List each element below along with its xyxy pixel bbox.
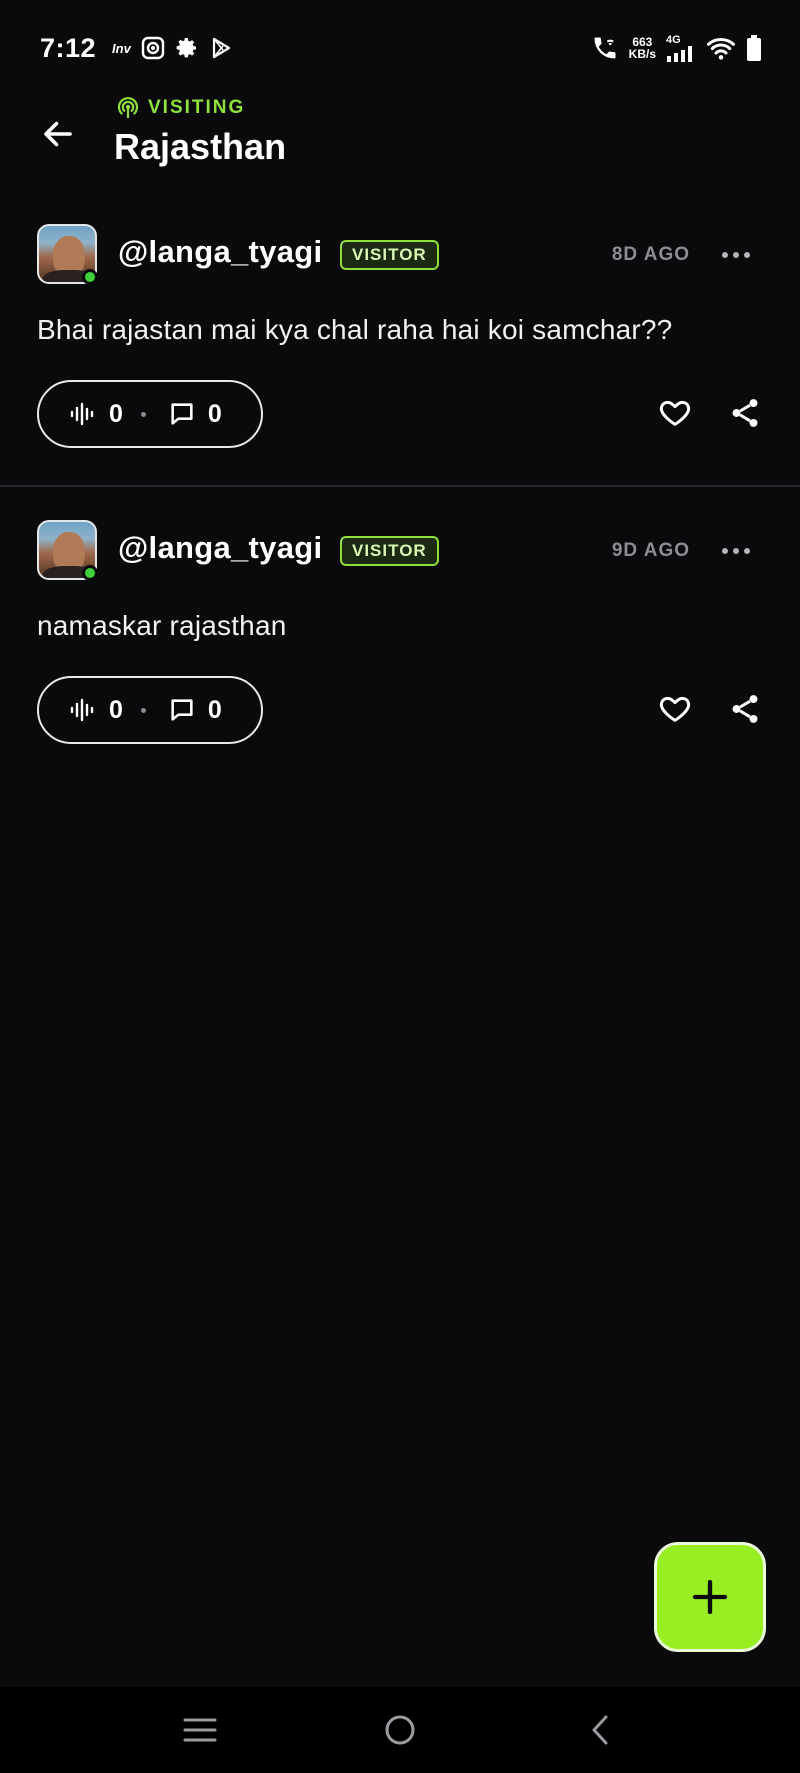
share-icon bbox=[732, 399, 758, 427]
broadcast-icon bbox=[117, 97, 139, 119]
like-button[interactable] bbox=[656, 690, 694, 728]
wifi-icon bbox=[707, 37, 735, 60]
cell-signal: 4G bbox=[666, 33, 696, 62]
username[interactable]: @langa_tyagi bbox=[118, 234, 322, 270]
post-text: Bhai rajastan mai kya chal raha hai koi … bbox=[37, 314, 673, 345]
system-back-button[interactable] bbox=[570, 1700, 630, 1760]
comment-icon bbox=[171, 699, 193, 721]
share-icon bbox=[732, 695, 758, 723]
carrier-tag: Inv bbox=[112, 40, 131, 56]
post-time: 8D AGO bbox=[611, 244, 690, 265]
heart-icon bbox=[659, 696, 691, 722]
plus-icon bbox=[692, 1579, 728, 1615]
net-speed-unit: KB/s bbox=[628, 47, 656, 61]
share-button[interactable] bbox=[726, 394, 764, 432]
more-horizontal-icon bbox=[722, 548, 750, 554]
system-nav-bar bbox=[0, 1687, 800, 1773]
visitor-badge: VISITOR bbox=[340, 240, 439, 270]
more-options-button[interactable] bbox=[716, 536, 756, 566]
home-button[interactable] bbox=[370, 1700, 430, 1760]
recent-apps-button[interactable] bbox=[170, 1700, 230, 1760]
battery-icon bbox=[747, 35, 761, 61]
like-button[interactable] bbox=[656, 394, 694, 432]
online-indicator bbox=[82, 565, 98, 581]
username[interactable]: @langa_tyagi bbox=[118, 530, 322, 566]
chevron-left-icon bbox=[592, 1715, 608, 1745]
play-store-icon bbox=[212, 37, 230, 59]
arrow-left-icon bbox=[44, 121, 72, 147]
share-button[interactable] bbox=[726, 690, 764, 728]
post-text: namaskar rajasthan bbox=[37, 610, 287, 641]
menu-icon bbox=[183, 1718, 217, 1742]
back-button[interactable] bbox=[36, 112, 80, 156]
comment-icon bbox=[171, 403, 193, 425]
audio-count: 0 bbox=[109, 399, 123, 428]
waveform-icon bbox=[70, 402, 94, 426]
post-stats-pill[interactable]: 0 0 bbox=[37, 380, 263, 448]
comment-count: 0 bbox=[207, 695, 222, 724]
status-right: 663 KB/s 4G bbox=[591, 33, 762, 63]
wifi-calling-icon bbox=[594, 37, 616, 59]
stat-separator bbox=[140, 411, 146, 417]
post-stats-pill[interactable]: 0 0 bbox=[37, 676, 263, 744]
online-indicator bbox=[82, 269, 98, 285]
visiting-label: VISITING bbox=[116, 96, 245, 120]
more-horizontal-icon bbox=[722, 252, 750, 258]
net-speed: 663 KB/s bbox=[629, 36, 656, 60]
status-left: 7:12 Inv bbox=[40, 33, 233, 64]
post-divider bbox=[0, 485, 800, 487]
stat-separator bbox=[140, 707, 146, 713]
heart-icon bbox=[659, 400, 691, 426]
new-post-button[interactable] bbox=[654, 1542, 766, 1652]
screen-record-icon bbox=[141, 36, 165, 60]
comment-count: 0 bbox=[207, 399, 222, 428]
waveform-icon bbox=[70, 698, 94, 722]
post-time: 9D AGO bbox=[611, 540, 690, 561]
more-options-button[interactable] bbox=[716, 240, 756, 270]
gear-icon bbox=[176, 38, 196, 58]
header: VISITING Rajasthan bbox=[0, 92, 800, 182]
post-card: @langa_tyagi VISITOR 8D AGO Bhai rajasta… bbox=[0, 198, 800, 488]
signal-bars-icon bbox=[667, 45, 692, 62]
visitor-badge: VISITOR bbox=[340, 536, 439, 566]
status-bar: 7:12 Inv 663 KB/s 4G bbox=[0, 0, 800, 96]
home-circle-icon bbox=[385, 1715, 415, 1745]
audio-count: 0 bbox=[109, 695, 123, 724]
section-label: VISITING bbox=[148, 97, 246, 118]
network-type: 4G bbox=[666, 33, 681, 46]
page-title: Rajasthan bbox=[114, 126, 287, 167]
post-card: @langa_tyagi VISITOR 9D AGO namaskar raj… bbox=[0, 494, 800, 784]
status-time: 7:12 bbox=[40, 32, 97, 63]
